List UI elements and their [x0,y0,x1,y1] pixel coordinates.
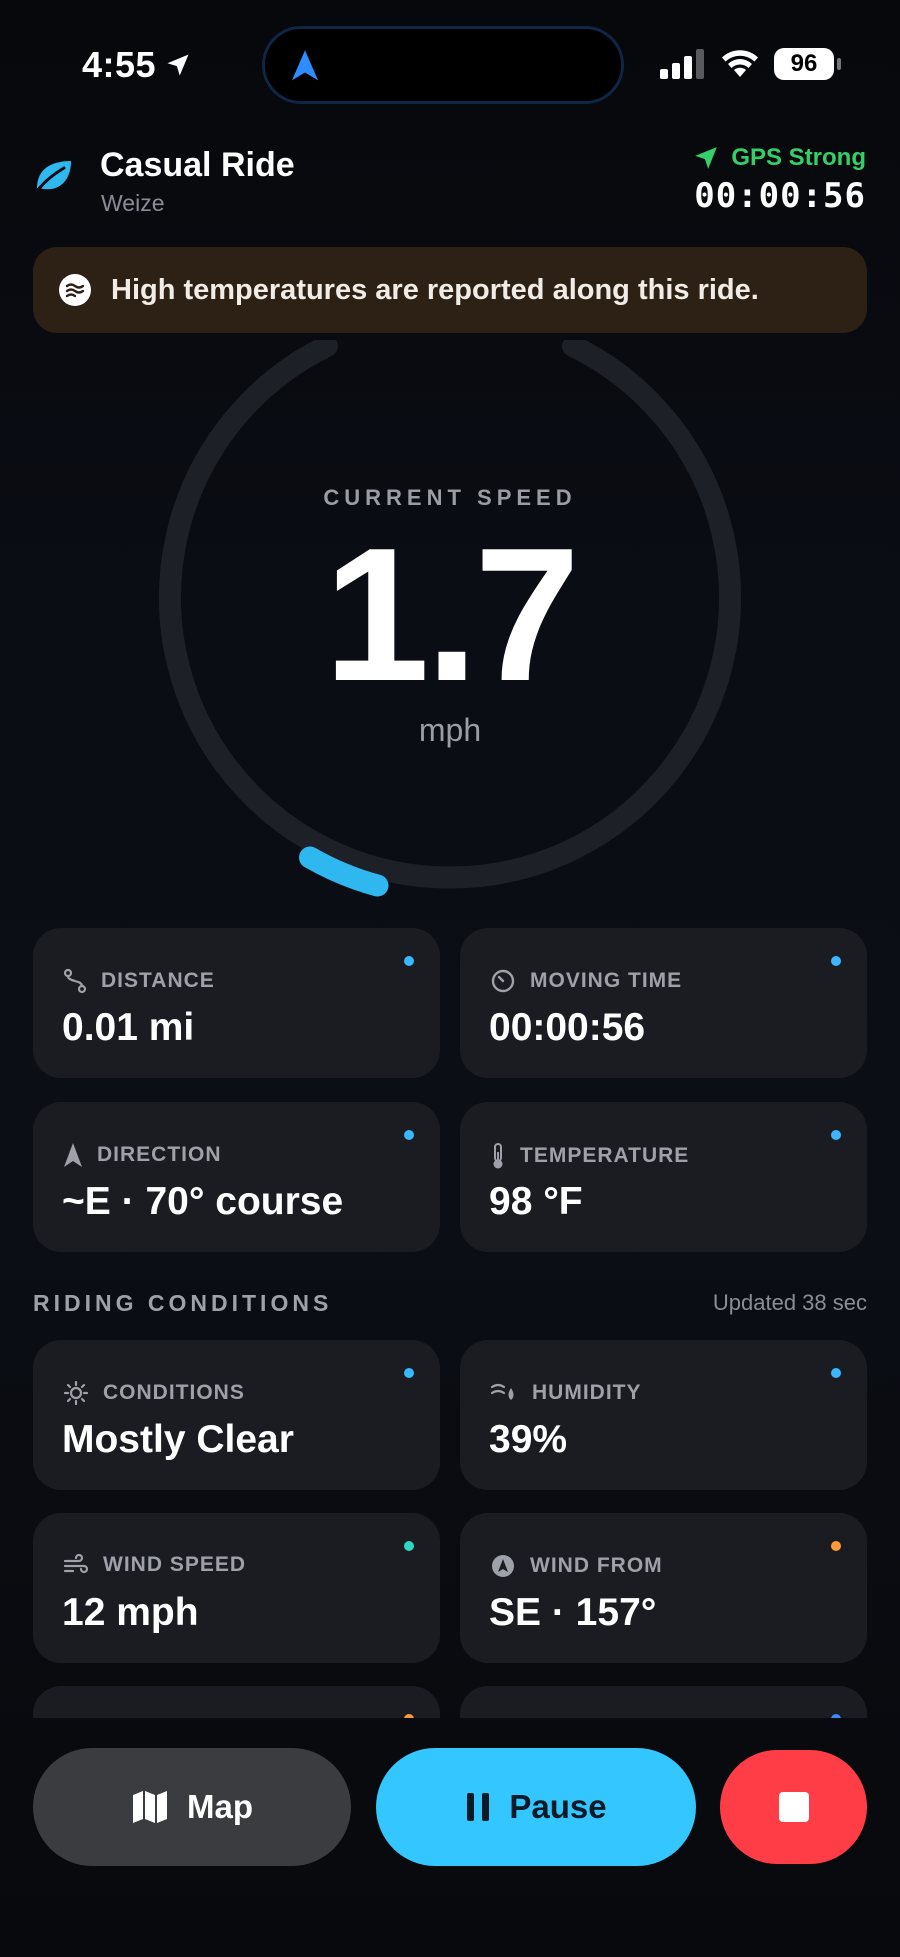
status-time-text: 4:55 [82,44,157,85]
moving-time-card[interactable]: MOVING TIME 00:00:56 [460,928,867,1078]
partial-card[interactable] [33,1686,440,1718]
card-value: SE · 157° [489,1591,657,1634]
stop-icon [778,1792,809,1822]
pause-button-label: Pause [509,1788,607,1825]
pause-button[interactable]: Pause [376,1748,696,1866]
cellular-signal-icon [660,49,704,79]
card-header: HUMIDITY [490,1380,642,1406]
card-label: WIND FROM [530,1554,663,1577]
navigation-arrow-icon [64,1143,82,1167]
temperature-card[interactable]: TEMPERATURE 98 °F [460,1102,867,1252]
dynamic-island [262,26,624,104]
elapsed-timer: 00:00:56 [694,176,866,216]
map-button[interactable]: Map [33,1748,351,1866]
gps-status: GPS Strong [693,144,866,172]
card-header: MOVING TIME [490,968,682,994]
route-icon [63,968,87,994]
direction-card[interactable]: DIRECTION ~E · 70° course [33,1102,440,1252]
card-header: CONDITIONS [63,1380,245,1406]
card-header: DISTANCE [63,968,215,994]
card-header: TEMPERATURE [490,1142,689,1170]
status-dot [831,956,841,966]
ride-subtitle: Weize [101,190,165,216]
distance-card[interactable]: DISTANCE 0.01 mi [33,928,440,1078]
status-dot [831,1368,841,1378]
card-header: WIND SPEED [63,1553,246,1577]
card-header: WIND FROM [490,1553,663,1579]
card-value: 98 °F [489,1180,583,1223]
compass-icon [492,1555,514,1577]
card-label: TEMPERATURE [520,1144,690,1167]
heat-alert-banner[interactable]: High temperatures are reported along thi… [33,247,867,333]
wind-direction-card[interactable]: WIND FROM SE · 157° [460,1513,867,1663]
status-indicators: 96 [660,48,841,80]
conditions-card[interactable]: CONDITIONS Mostly Clear [33,1340,440,1490]
wind-speed-card[interactable]: WIND SPEED 12 mph [33,1513,440,1663]
card-header: DIRECTION [63,1142,222,1168]
card-value: 12 mph [62,1591,199,1634]
map-icon [133,1791,167,1823]
card-value: 00:00:56 [489,1006,646,1049]
status-dot [404,1368,414,1378]
status-dot [404,1714,414,1718]
battery-level: 96 [790,50,818,77]
pause-icon [467,1793,490,1821]
scroll-clip-region [0,1680,900,1718]
navigation-arrow-icon [291,50,319,81]
status-time: 4:55 [82,44,192,86]
partial-card[interactable] [460,1686,867,1718]
sun-icon [63,1380,89,1406]
card-value: 39% [489,1418,568,1461]
speed-value: 1.7 [323,509,580,721]
updated-label: Updated 38 sec [712,1290,867,1315]
card-label: MOVING TIME [530,969,683,992]
card-label: WIND SPEED [103,1553,247,1576]
card-value: 0.01 mi [62,1006,195,1049]
wind-icon [63,1553,89,1574]
card-label: HUMIDITY [532,1381,642,1404]
status-dot [404,956,414,966]
card-value: ~E · 70° course [62,1180,344,1223]
status-dot [404,1541,414,1551]
status-dot [831,1541,841,1551]
heat-wave-icon [59,274,91,306]
location-arrow-icon [167,54,189,76]
card-label: DIRECTION [97,1143,222,1166]
leaf-icon [35,161,71,193]
alert-text: High temperatures are reported along thi… [111,273,759,306]
card-label: DISTANCE [101,969,215,992]
ride-title: Casual Ride [100,146,295,184]
location-arrow-icon [695,147,718,169]
timer-icon [491,969,515,993]
thermometer-icon [493,1143,503,1169]
section-title: RIDING CONDITIONS [33,1290,333,1316]
speed-unit: mph [418,712,482,748]
speed-label: CURRENT SPEED [323,485,577,510]
status-dot [831,1714,841,1718]
map-button-label: Map [187,1788,253,1825]
battery-indicator: 96 [774,48,841,80]
stop-button[interactable] [720,1750,867,1864]
status-dot [404,1130,414,1140]
humidity-card[interactable]: HUMIDITY 39% [460,1340,867,1490]
card-value: Mostly Clear [62,1418,294,1461]
status-dot [831,1130,841,1140]
humidity-icon [490,1383,514,1400]
gps-status-text: GPS Strong [731,144,866,171]
wifi-icon [722,50,758,77]
card-label: CONDITIONS [103,1381,245,1404]
